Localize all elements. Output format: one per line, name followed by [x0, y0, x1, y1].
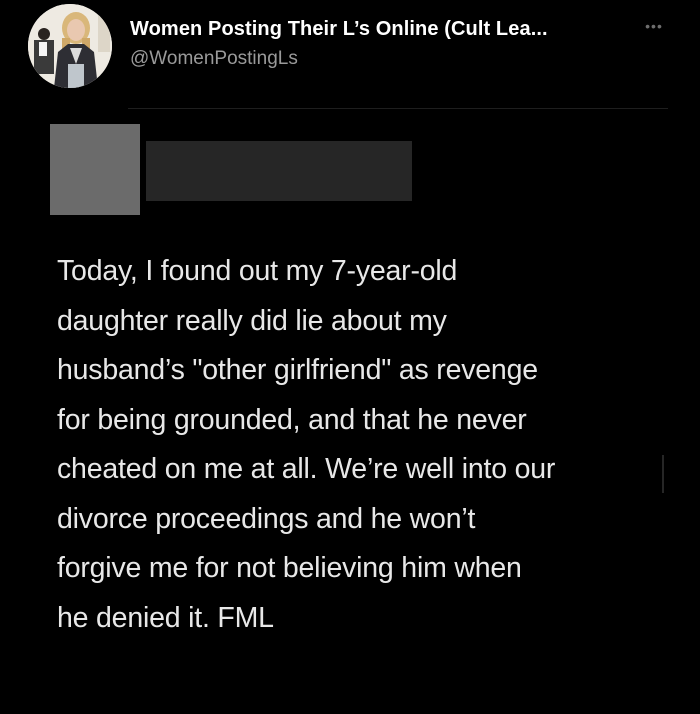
header-divider	[128, 108, 668, 109]
screenshot-page: Women Posting Their L’s Online (Cult Lea…	[0, 0, 700, 714]
account-display-name[interactable]: Women Posting Their L’s Online (Cult Lea…	[130, 18, 630, 41]
profile-avatar[interactable]	[28, 4, 112, 88]
redacted-name-block	[146, 141, 412, 201]
tweet-header: Women Posting Their L’s Online (Cult Lea…	[28, 4, 678, 88]
redacted-avatar-block	[50, 124, 140, 215]
edge-artifact	[662, 455, 664, 493]
account-handle[interactable]: @WomenPostingLs	[130, 48, 298, 70]
more-horizontal-icon[interactable]: •••	[640, 16, 668, 36]
post-text: Today, I found out my 7-year-old daughte…	[57, 255, 556, 634]
avatar-image	[28, 4, 112, 88]
